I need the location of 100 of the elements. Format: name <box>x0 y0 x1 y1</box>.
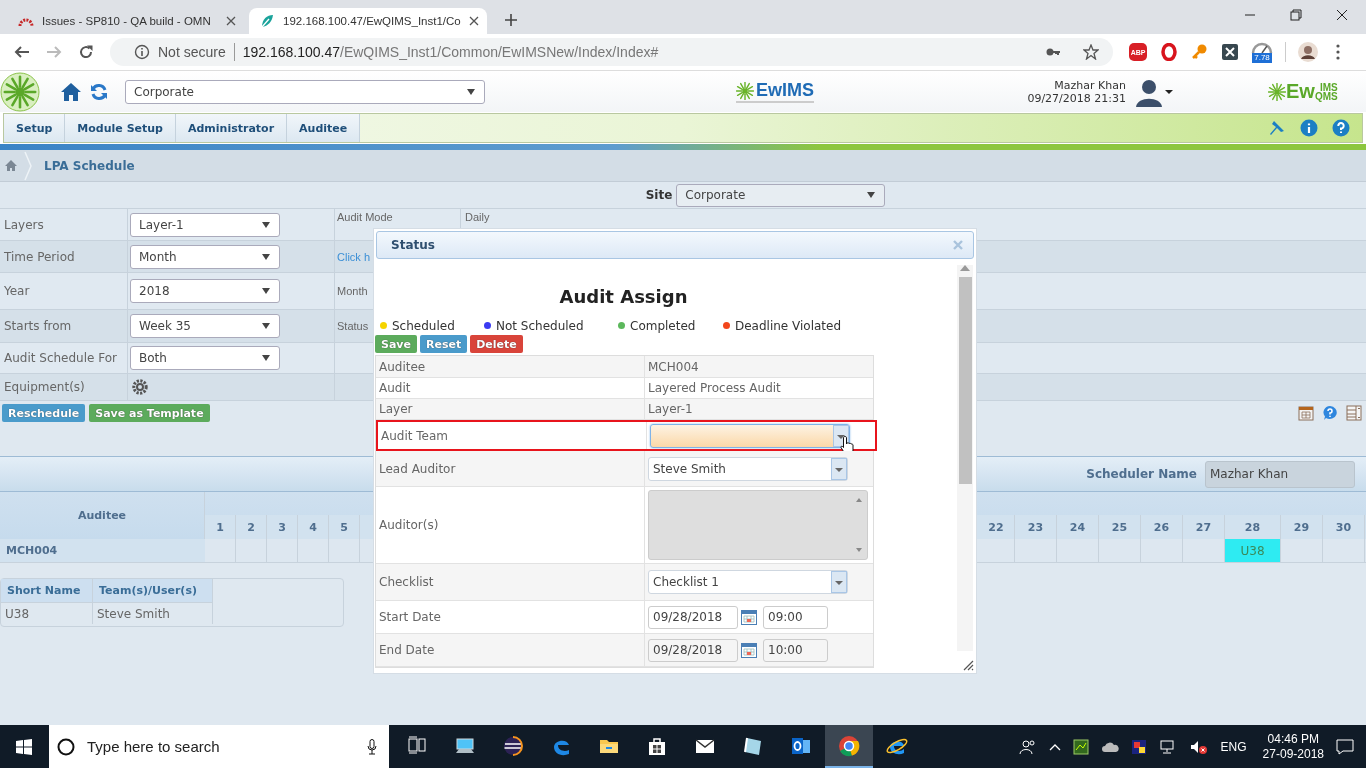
login-time: 09/27/2018 21:31 <box>1026 91 1126 105</box>
field-label: Scheduler Name <box>1086 467 1197 481</box>
language-indicator[interactable]: ENG <box>1220 739 1247 754</box>
ring-extension-icon[interactable] <box>1160 43 1178 61</box>
chevron-up-icon[interactable] <box>1048 742 1061 751</box>
field-label: Starts from <box>4 319 72 333</box>
logo: EwIMS <box>736 80 814 103</box>
new-tab-icon[interactable] <box>504 13 518 27</box>
caret-icon <box>261 286 271 296</box>
close-icon[interactable] <box>226 16 236 26</box>
field-label: Auditee <box>376 356 645 377</box>
caret-icon <box>866 190 877 200</box>
field-label: Audit <box>376 378 645 398</box>
chrome-icon <box>838 734 860 757</box>
table-cell: U38 <box>1 602 93 624</box>
scrollbar[interactable] <box>957 265 973 651</box>
clock[interactable]: 04:46 PM 27-09-2018 <box>1262 731 1324 762</box>
leaf-icon <box>259 13 275 29</box>
combo-box[interactable]: Checklist 1 <box>648 570 848 594</box>
gauge-icon <box>1251 41 1273 53</box>
cloud-icon[interactable] <box>1100 740 1119 753</box>
resize-grip-icon[interactable] <box>962 659 974 671</box>
field-value: MCH004 <box>648 359 699 374</box>
gear-icon[interactable] <box>132 379 148 395</box>
time-field[interactable]: 10:00 <box>763 638 828 662</box>
scheduler-name-field: Mazhar Khan <box>1205 460 1355 488</box>
sunburst-logo-icon <box>0 71 40 112</box>
field-label: Time Period <box>4 249 75 264</box>
tray-app-icon[interactable] <box>1072 738 1089 755</box>
security-label: Not secure <box>158 44 226 60</box>
caret-icon <box>261 353 271 363</box>
field-label: Layers <box>4 217 44 232</box>
calendar-icon[interactable] <box>741 609 757 625</box>
back-icon[interactable] <box>14 44 30 60</box>
menu-icon[interactable] <box>1336 44 1340 60</box>
gauge-extension[interactable]: 7.78 <box>1251 41 1273 63</box>
dropdown[interactable]: 2018 <box>130 279 280 303</box>
caret-icon <box>466 86 476 97</box>
eclipse-icon <box>502 734 524 757</box>
bookmark-star-icon[interactable] <box>1083 44 1099 60</box>
dropdown[interactable]: Month <box>130 244 280 269</box>
notification-icon[interactable] <box>1336 738 1354 755</box>
people-icon[interactable] <box>1018 738 1037 755</box>
menu-item[interactable]: Administrator <box>176 114 288 142</box>
browser-tab[interactable]: Issues - SP810 - QA build - OMN <box>8 8 246 34</box>
windows-logo-icon[interactable] <box>16 738 32 755</box>
field-label: End Date <box>376 634 645 666</box>
dropdown[interactable]: Both <box>130 346 280 370</box>
date-field[interactable]: 09/28/2018 <box>648 605 738 629</box>
search-field[interactable]: Type here to search <box>85 737 357 756</box>
calendar-icon[interactable] <box>741 642 757 658</box>
scrollbar-thumb[interactable] <box>958 277 972 484</box>
menu-item[interactable]: Module Setup <box>65 114 176 142</box>
field-value: Daily <box>465 211 490 223</box>
dropdown[interactable]: Layer-1 <box>130 212 280 237</box>
close-icon[interactable] <box>1336 9 1348 21</box>
caret-icon <box>261 251 271 262</box>
combo-box[interactable]: Steve Smith <box>648 456 848 481</box>
close-icon[interactable] <box>468 16 479 26</box>
field-value: Layered Process Audit <box>648 381 781 395</box>
dropdown[interactable]: Week 35 <box>130 314 280 338</box>
network-icon[interactable] <box>1158 738 1177 755</box>
action-button[interactable]: Delete <box>470 335 523 353</box>
address-field[interactable]: Not secure 192.168.100.47/EwQIMS_Inst1/Common/EwIMSNew/Index/Index# <box>110 38 1113 66</box>
browser-tab[interactable]: 192.168.100.47/EwQIMS_Inst1/Co <box>249 8 487 34</box>
restore-icon[interactable] <box>1290 9 1302 21</box>
table-cell: Steve Smith <box>93 602 213 624</box>
search-box[interactable]: Type here to search <box>49 725 389 768</box>
refresh-icon[interactable] <box>90 82 108 101</box>
field-label: Status <box>337 320 369 332</box>
user-name: Mazhar Khan <box>1053 78 1126 92</box>
time-field[interactable]: 09:00 <box>763 605 828 629</box>
date-field[interactable]: 09/28/2018 <box>648 638 738 662</box>
chevron-icon <box>24 150 32 181</box>
column-header: Short Name <box>1 579 93 602</box>
home-icon[interactable] <box>4 159 18 172</box>
info-icon <box>134 44 150 60</box>
site-dropdown[interactable]: Corporate <box>676 183 886 207</box>
field-label: Month <box>337 285 368 297</box>
field-label: Audit Team <box>378 422 647 449</box>
profile-icon[interactable] <box>1298 42 1318 62</box>
caret-icon <box>261 219 271 230</box>
dialog-heading: Audit Assign <box>558 286 689 309</box>
menu-item[interactable]: Auditee <box>287 114 361 142</box>
tray-app-icon[interactable] <box>1130 738 1147 755</box>
home-icon[interactable] <box>60 81 82 102</box>
calendar-icon[interactable] <box>1298 405 1314 421</box>
help-bubble-icon[interactable] <box>1322 405 1338 421</box>
page-title: LPA Schedule <box>44 158 135 173</box>
menu-item[interactable]: Setup <box>4 114 66 142</box>
x-extension-icon[interactable] <box>1222 44 1238 60</box>
info-icon[interactable] <box>1300 119 1318 137</box>
column-header: Team(s)/User(s) <box>93 579 213 602</box>
field-label: Start Date <box>376 601 645 633</box>
columns-icon[interactable] <box>1346 405 1362 421</box>
status-label: Scheduled <box>392 318 455 333</box>
field-label: Auditor(s) <box>376 487 645 563</box>
help-icon[interactable] <box>1332 119 1350 137</box>
site-dropdown[interactable]: Corporate <box>125 79 485 104</box>
reload-icon[interactable] <box>78 44 94 60</box>
